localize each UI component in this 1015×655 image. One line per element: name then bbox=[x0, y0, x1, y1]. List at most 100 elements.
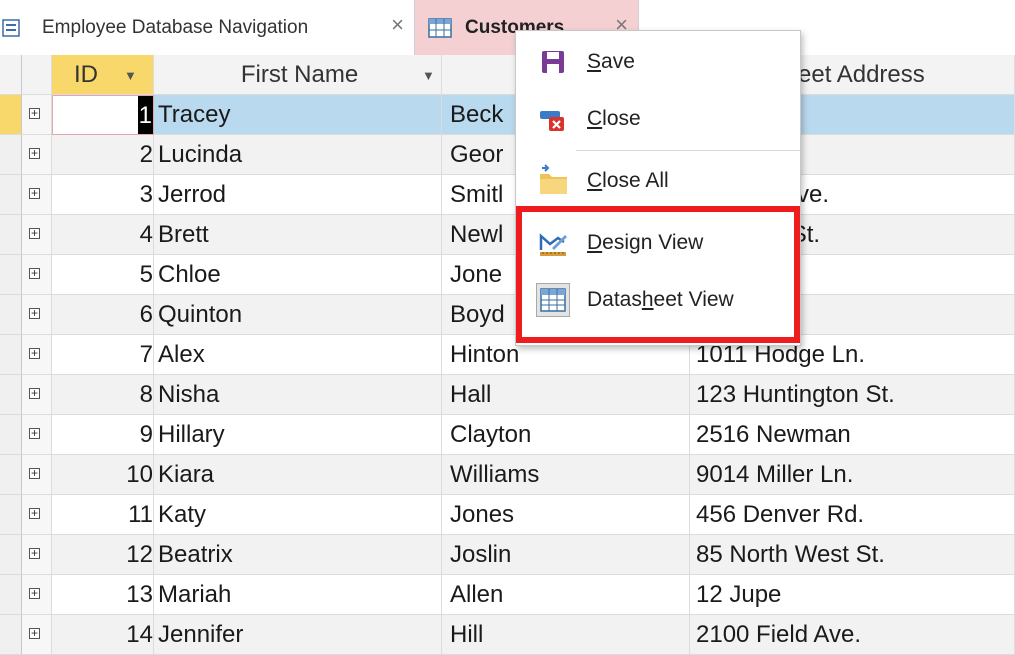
expand-subdatasheet[interactable]: + bbox=[22, 135, 52, 175]
table-row[interactable]: +10 Kiara Williams 9014 Miller Ln. bbox=[0, 455, 1015, 495]
cell-last-name[interactable]: Jones bbox=[442, 495, 690, 535]
plus-icon[interactable]: + bbox=[29, 187, 40, 199]
table-row[interactable]: +4BrettNewlborough St. bbox=[0, 215, 1015, 255]
plus-icon[interactable]: + bbox=[29, 467, 40, 479]
record-selector[interactable] bbox=[0, 215, 22, 255]
cell-id[interactable]: 3 bbox=[52, 175, 154, 215]
table-row[interactable]: +12 Beatrix Joslin 85 North West St. bbox=[0, 535, 1015, 575]
expand-subdatasheet[interactable]: + bbox=[22, 415, 52, 455]
cell-id[interactable]: 1 bbox=[52, 95, 154, 135]
record-selector[interactable] bbox=[0, 575, 22, 615]
record-selector[interactable] bbox=[0, 255, 22, 295]
select-all-corner[interactable] bbox=[0, 55, 22, 95]
cell-last-name[interactable]: Clayton bbox=[442, 415, 690, 455]
menu-item-save[interactable]: Save bbox=[516, 34, 800, 90]
record-selector[interactable] bbox=[0, 415, 22, 455]
cell-first-name[interactable]: Nisha bbox=[154, 375, 442, 415]
cell-street-address[interactable]: 9014 Miller Ln. bbox=[690, 455, 1015, 495]
cell-first-name[interactable]: Quinton bbox=[154, 295, 442, 335]
cell-id[interactable]: 12 bbox=[52, 535, 154, 575]
expand-subdatasheet[interactable]: + bbox=[22, 615, 52, 655]
record-selector[interactable] bbox=[0, 95, 22, 135]
record-selector[interactable] bbox=[0, 375, 22, 415]
expand-subdatasheet[interactable]: + bbox=[22, 575, 52, 615]
expand-subdatasheet[interactable]: + bbox=[22, 455, 52, 495]
expand-subdatasheet[interactable]: + bbox=[22, 215, 52, 255]
record-selector[interactable] bbox=[0, 175, 22, 215]
cell-first-name[interactable]: Jerrod bbox=[154, 175, 442, 215]
record-selector[interactable] bbox=[0, 295, 22, 335]
column-header-id[interactable]: ID ▼ bbox=[52, 55, 154, 95]
cell-street-address[interactable]: 2100 Field Ave. bbox=[690, 615, 1015, 655]
cell-id[interactable]: 9 bbox=[52, 415, 154, 455]
cell-first-name[interactable]: Katy bbox=[154, 495, 442, 535]
cell-id[interactable]: 4 bbox=[52, 215, 154, 255]
table-row[interactable]: +14 Jennifer Hill 2100 Field Ave. bbox=[0, 615, 1015, 655]
cell-street-address[interactable]: 123 Huntington St. bbox=[690, 375, 1015, 415]
record-selector[interactable] bbox=[0, 535, 22, 575]
table-row[interactable]: +6QuintonBoydss Cr. bbox=[0, 295, 1015, 335]
record-selector[interactable] bbox=[0, 135, 22, 175]
table-row[interactable]: +13 Mariah Allen 12 Jupe bbox=[0, 575, 1015, 615]
cell-first-name[interactable]: Chloe bbox=[154, 255, 442, 295]
table-row[interactable]: +7 Alex Hinton 1011 Hodge Ln. bbox=[0, 335, 1015, 375]
plus-icon[interactable]: + bbox=[29, 627, 40, 639]
plus-icon[interactable]: + bbox=[29, 347, 40, 359]
cell-id[interactable]: 11 bbox=[52, 495, 154, 535]
record-selector[interactable] bbox=[0, 495, 22, 535]
cell-id[interactable]: 8 bbox=[52, 375, 154, 415]
tab-employee-database-navigation[interactable]: Employee Database Navigation × bbox=[0, 0, 415, 55]
plus-icon[interactable]: + bbox=[29, 267, 40, 279]
cell-id[interactable]: 5 bbox=[52, 255, 154, 295]
plus-icon[interactable]: + bbox=[29, 227, 40, 239]
cell-last-name[interactable]: Allen bbox=[442, 575, 690, 615]
cell-id[interactable]: 2 bbox=[52, 135, 154, 175]
expand-subdatasheet[interactable]: + bbox=[22, 95, 52, 135]
menu-item-close-all[interactable]: Close All bbox=[516, 153, 800, 209]
cell-first-name[interactable]: Hillary bbox=[154, 415, 442, 455]
column-header-first-name[interactable]: First Name ▼ bbox=[154, 55, 442, 95]
cell-first-name[interactable]: Brett bbox=[154, 215, 442, 255]
expand-subdatasheet[interactable]: + bbox=[22, 335, 52, 375]
table-row[interactable]: +1TraceyBeckValker Dr. bbox=[0, 95, 1015, 135]
plus-icon[interactable]: + bbox=[29, 147, 40, 159]
plus-icon[interactable]: + bbox=[29, 507, 40, 519]
cell-last-name[interactable]: Williams bbox=[442, 455, 690, 495]
table-row[interactable]: +3JerrodSmitlGeorge Ave. bbox=[0, 175, 1015, 215]
cell-street-address[interactable]: 12 Jupe bbox=[690, 575, 1015, 615]
cell-last-name[interactable]: Hill bbox=[442, 615, 690, 655]
cell-street-address[interactable]: 456 Denver Rd. bbox=[690, 495, 1015, 535]
cell-street-address[interactable]: 2516 Newman bbox=[690, 415, 1015, 455]
cell-id[interactable]: 7 bbox=[52, 335, 154, 375]
cell-first-name[interactable]: Jennifer bbox=[154, 615, 442, 655]
expand-subdatasheet[interactable]: + bbox=[22, 175, 52, 215]
table-row[interactable]: +9 Hillary Clayton 2516 Newman bbox=[0, 415, 1015, 455]
cell-street-address[interactable]: 85 North West St. bbox=[690, 535, 1015, 575]
plus-icon[interactable]: + bbox=[29, 427, 40, 439]
expand-subdatasheet[interactable]: + bbox=[22, 535, 52, 575]
table-row[interactable]: +5ChloeJoneLn. bbox=[0, 255, 1015, 295]
cell-id[interactable]: 10 bbox=[52, 455, 154, 495]
cell-id[interactable]: 6 bbox=[52, 295, 154, 335]
expand-subdatasheet[interactable]: + bbox=[22, 495, 52, 535]
sort-dropdown-icon[interactable]: ▼ bbox=[124, 56, 137, 94]
table-row[interactable]: +11 Katy Jones 456 Denver Rd. bbox=[0, 495, 1015, 535]
plus-icon[interactable]: + bbox=[29, 307, 40, 319]
expand-subdatasheet[interactable]: + bbox=[22, 295, 52, 335]
cell-first-name[interactable]: Tracey bbox=[154, 95, 442, 135]
cell-last-name[interactable]: Hall bbox=[442, 375, 690, 415]
cell-id[interactable]: 14 bbox=[52, 615, 154, 655]
record-selector[interactable] bbox=[0, 615, 22, 655]
cell-last-name[interactable]: Joslin bbox=[442, 535, 690, 575]
expand-subdatasheet[interactable]: + bbox=[22, 255, 52, 295]
record-selector[interactable] bbox=[0, 335, 22, 375]
record-selector[interactable] bbox=[0, 455, 22, 495]
plus-icon[interactable]: + bbox=[29, 587, 40, 599]
table-row[interactable]: +8 Nisha Hall 123 Huntington St. bbox=[0, 375, 1015, 415]
cell-first-name[interactable]: Mariah bbox=[154, 575, 442, 615]
expand-subdatasheet[interactable]: + bbox=[22, 375, 52, 415]
plus-icon[interactable]: + bbox=[29, 107, 40, 119]
table-row[interactable]: +2LucindaGeorwer St. bbox=[0, 135, 1015, 175]
cell-first-name[interactable]: Lucinda bbox=[154, 135, 442, 175]
menu-item-close[interactable]: Close bbox=[516, 91, 800, 147]
